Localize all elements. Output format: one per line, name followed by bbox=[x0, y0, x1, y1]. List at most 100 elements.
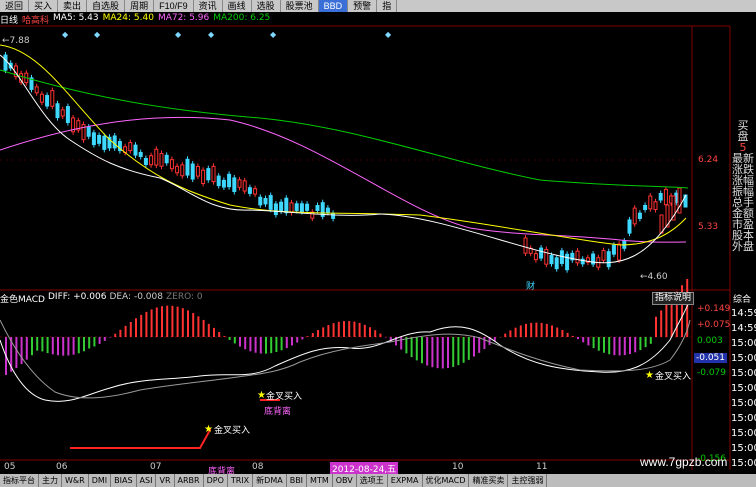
macd-bar bbox=[171, 305, 174, 337]
indicator-tab[interactable]: DPO bbox=[204, 474, 228, 487]
candle-body bbox=[268, 195, 273, 210]
candle-body bbox=[549, 255, 554, 265]
candle-body bbox=[632, 207, 637, 225]
candle-body bbox=[34, 86, 39, 94]
indicator-tab[interactable]: BIAS bbox=[111, 474, 137, 487]
candle-body bbox=[133, 144, 138, 156]
macd-bar bbox=[270, 337, 273, 354]
macd-bar bbox=[166, 305, 169, 337]
macd-bar bbox=[644, 337, 647, 348]
toolbar-button[interactable]: BBD bbox=[318, 0, 349, 12]
indicator-tab[interactable]: 精准买卖 bbox=[469, 474, 509, 487]
candle-body bbox=[263, 198, 268, 205]
macd-bar bbox=[124, 325, 127, 337]
candle-body bbox=[39, 93, 44, 103]
macd-bar bbox=[41, 337, 44, 352]
stock-name[interactable]: 哈高科 bbox=[22, 13, 49, 26]
macd-bar bbox=[655, 316, 657, 337]
candle-body bbox=[677, 187, 682, 214]
macd-bar bbox=[379, 333, 382, 337]
high-price-label: ←7.88 bbox=[2, 36, 30, 46]
macd-bar bbox=[415, 337, 418, 361]
indicator-tab[interactable]: BBI bbox=[287, 474, 308, 487]
toolbar-button[interactable]: 返回 bbox=[0, 0, 30, 12]
toolbar-button[interactable]: 画线 bbox=[223, 0, 252, 12]
candle-body bbox=[138, 151, 143, 157]
macd-bar bbox=[25, 337, 28, 360]
macd-bar bbox=[618, 337, 621, 356]
trade-time: 15:00 bbox=[731, 353, 756, 364]
indicator-tab[interactable]: TRIX bbox=[228, 474, 254, 487]
toolbar-button[interactable]: 指 bbox=[377, 0, 398, 12]
candle-body bbox=[648, 195, 653, 210]
macd-bar bbox=[608, 337, 611, 355]
trade-time: 15:00 bbox=[731, 413, 756, 424]
macd-bar bbox=[233, 337, 236, 344]
toolbar-button[interactable]: 预警 bbox=[348, 0, 378, 12]
toolbar-button[interactable]: 买入 bbox=[29, 0, 59, 12]
macd-name[interactable]: 金色MACD bbox=[0, 292, 45, 305]
macd-bar bbox=[280, 337, 283, 351]
macd-scale-075: +0.075 bbox=[697, 320, 731, 330]
macd-bar bbox=[317, 330, 319, 337]
indicator-tab[interactable]: VR bbox=[156, 474, 175, 487]
toolbar-button[interactable]: 股票池 bbox=[281, 0, 319, 12]
candle-body bbox=[289, 202, 294, 214]
ma24-value: MA24: 5.40 bbox=[102, 13, 154, 23]
trade-time: 15:00 bbox=[731, 443, 756, 454]
candle-body bbox=[653, 201, 658, 210]
stock-chart[interactable]: ★ ★ ★ ◆ ◆ ◆ ◆ ◆ ◆ bbox=[0, 0, 756, 487]
combo-label[interactable]: 综合 bbox=[733, 292, 751, 305]
toolbar-button[interactable]: 卖出 bbox=[58, 0, 88, 12]
indicator-tab[interactable]: 选项王 bbox=[357, 474, 388, 487]
indicator-help-button[interactable]: 指标说明 bbox=[652, 292, 695, 305]
macd-bar bbox=[467, 337, 470, 360]
toolbar-button[interactable]: 自选股 bbox=[87, 0, 126, 12]
indicator-tab[interactable]: 主控强弱 bbox=[508, 474, 548, 487]
macd-bar bbox=[400, 337, 403, 350]
indicator-tab[interactable]: 新DMA bbox=[253, 474, 287, 487]
toolbar-button[interactable]: 选股 bbox=[252, 0, 281, 12]
diff-line bbox=[0, 299, 691, 402]
macd-scale-003: 0.003 bbox=[697, 336, 723, 346]
indicator-tab[interactable]: MTM bbox=[307, 474, 333, 487]
finance-marker[interactable]: 财 bbox=[526, 279, 535, 292]
candle-body bbox=[279, 201, 284, 212]
indicator-tab[interactable]: ARBR bbox=[175, 474, 204, 487]
candle-body bbox=[258, 196, 263, 206]
macd-bar bbox=[72, 337, 75, 355]
candle-body bbox=[533, 253, 538, 261]
macd-bar bbox=[358, 322, 361, 337]
macd-bar bbox=[504, 333, 507, 337]
indicator-tab[interactable]: EXPMA bbox=[388, 474, 423, 487]
ma72-value: MA72: 5.96 bbox=[157, 13, 210, 23]
toolbar-button[interactable]: 周期 bbox=[125, 0, 155, 12]
candle-body bbox=[201, 169, 206, 184]
ma5-value: MA5: 5.43 bbox=[53, 13, 99, 23]
toolbar-button[interactable]: 资讯 bbox=[194, 0, 223, 12]
macd-bar bbox=[145, 311, 148, 337]
macd-bar bbox=[343, 321, 345, 337]
macd-bar bbox=[426, 337, 429, 366]
indicator-tab[interactable]: 指标平台 bbox=[0, 474, 39, 487]
indicator-tab[interactable]: 优化MACD bbox=[423, 474, 470, 487]
macd-bar bbox=[452, 337, 455, 367]
candle-body bbox=[154, 148, 159, 166]
toolbar-button[interactable]: F10/F9 bbox=[154, 0, 194, 12]
trade-time: 15:00 bbox=[731, 383, 756, 394]
macd-bar bbox=[119, 329, 122, 337]
ma5-line bbox=[0, 54, 687, 264]
candle-body bbox=[216, 175, 221, 187]
indicator-tab[interactable]: 主力 bbox=[39, 474, 62, 487]
indicator-tab[interactable]: OBV bbox=[333, 474, 357, 487]
macd-bar bbox=[244, 337, 247, 350]
divergence-line-1 bbox=[70, 428, 211, 449]
indicator-tab[interactable]: DMI bbox=[89, 474, 112, 487]
macd-bar bbox=[46, 337, 49, 354]
indicator-tab[interactable]: ASI bbox=[137, 474, 157, 487]
macd-bar bbox=[98, 337, 101, 344]
macd-bar bbox=[93, 337, 96, 347]
indicator-tab[interactable]: W&R bbox=[62, 474, 89, 487]
macd-bar bbox=[603, 337, 605, 353]
macd-bar bbox=[514, 327, 517, 337]
